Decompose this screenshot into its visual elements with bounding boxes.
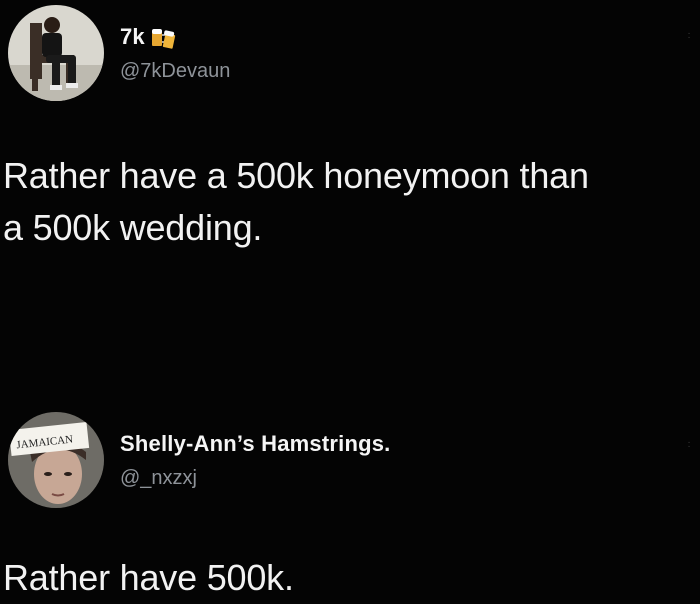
display-name[interactable]: Shelly-Ann’s Hamstrings. — [120, 431, 391, 457]
author-handle[interactable]: @7kDevaun — [120, 60, 230, 83]
display-name[interactable]: 7k — [120, 24, 145, 50]
avatar[interactable]: JAMAICAN — [8, 412, 104, 508]
tweet-original: 7k @7kDevaun · · Rather have a 500k honey… — [0, 0, 700, 300]
avatar[interactable] — [8, 5, 104, 101]
author-handle[interactable]: @_nxzxj — [120, 467, 197, 490]
more-options-icon[interactable]: · · — [686, 29, 692, 48]
more-options-icon[interactable]: · · — [686, 438, 692, 457]
beer-mugs-icon — [149, 24, 177, 50]
avatar-photo-man-seated — [8, 5, 104, 101]
tweet-text: Rather have a 500k honeymoon than a 500k… — [3, 155, 589, 248]
tweet-screenshot: 7k @7kDevaun · · Rather have a 500k honey… — [0, 0, 700, 602]
author-name-row: Shelly-Ann’s Hamstrings. — [120, 431, 391, 457]
avatar-photo-face-with-sign: JAMAICAN — [8, 412, 104, 508]
author-name-row: 7k — [120, 24, 177, 50]
tweet-reply: JAMAICAN Shelly-Ann’s Hamstrings. @_nxzx… — [0, 395, 700, 602]
tweet-text: Rather have 500k. — [3, 557, 294, 598]
